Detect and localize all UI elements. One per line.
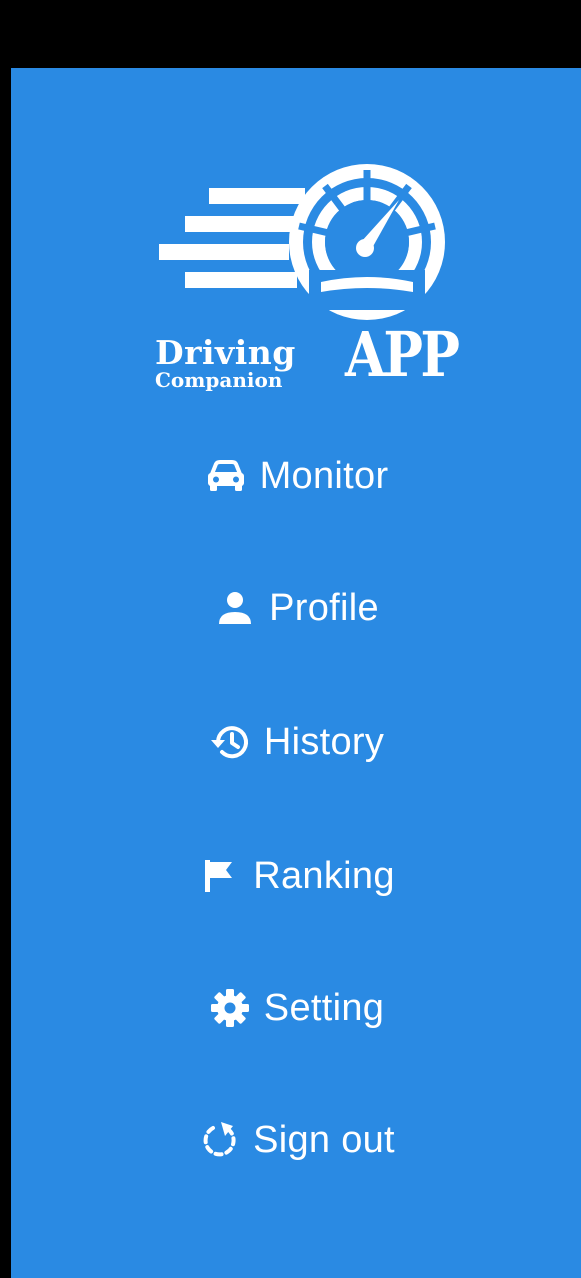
app-logo: Driving Companion APP xyxy=(149,160,461,400)
brand-app-text: APP xyxy=(345,318,460,391)
person-icon xyxy=(213,586,257,630)
menu-item-sign-out[interactable]: Sign out xyxy=(11,1100,581,1180)
menu-item-label: Setting xyxy=(263,986,385,1029)
menu-item-label: Profile xyxy=(269,586,379,629)
speedometer-logo-icon xyxy=(159,164,445,320)
history-icon xyxy=(208,720,252,764)
menu-item-monitor[interactable]: Monitor xyxy=(11,436,581,516)
car-icon xyxy=(204,454,248,498)
brand-companion-text: Companion xyxy=(155,368,283,392)
menu-item-label: Sign out xyxy=(253,1118,395,1161)
navigation-drawer: Driving Companion APP Monitor Profile Hi… xyxy=(11,68,581,1278)
flag-icon xyxy=(197,854,241,898)
menu-item-profile[interactable]: Profile xyxy=(11,568,581,648)
brand-driving-text: Driving xyxy=(155,333,296,372)
menu-item-setting[interactable]: Setting xyxy=(11,968,581,1048)
menu-item-label: Ranking xyxy=(253,854,395,897)
sign-out-icon xyxy=(197,1118,241,1162)
menu-item-label: Monitor xyxy=(259,454,389,497)
status-bar xyxy=(0,0,581,68)
menu-item-label: History xyxy=(263,720,385,763)
menu-item-ranking[interactable]: Ranking xyxy=(11,836,581,916)
menu-item-history[interactable]: History xyxy=(11,702,581,782)
gear-icon xyxy=(208,986,252,1030)
